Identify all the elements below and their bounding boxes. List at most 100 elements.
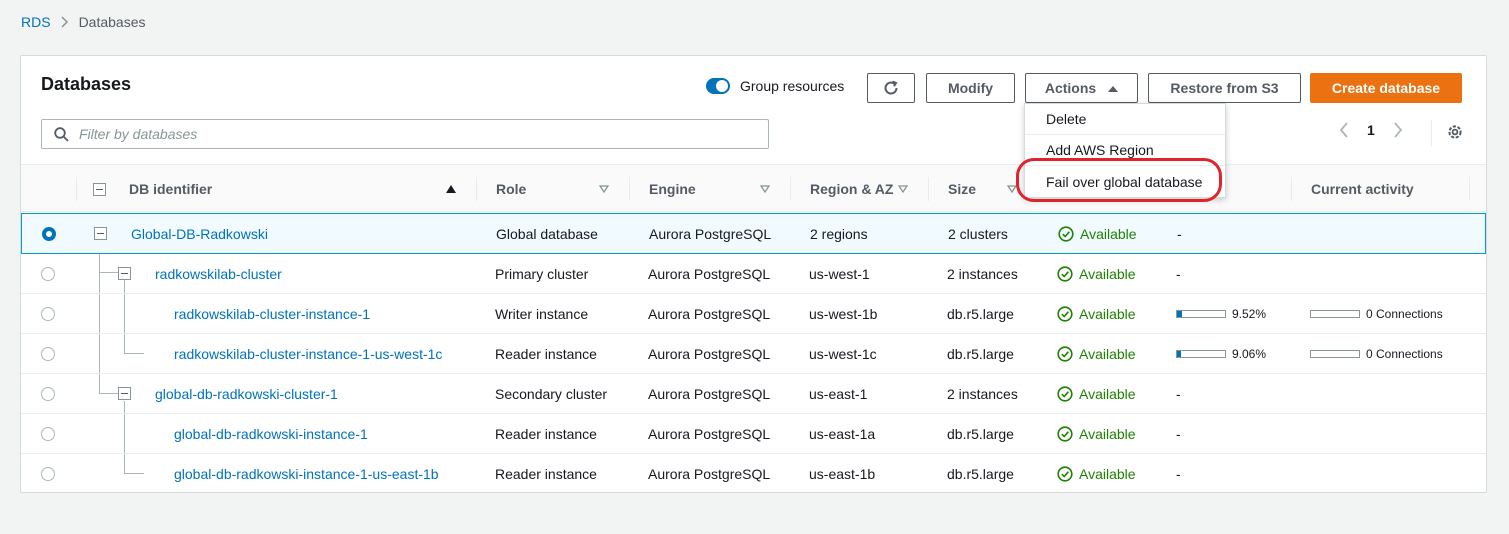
status-cell: Available: [1057, 414, 1136, 454]
sort-icon[interactable]: [1007, 185, 1017, 193]
table-row[interactable]: global-db-radkowski-cluster-1 Secondary …: [21, 374, 1486, 414]
table-header: DB identifier Role Engine Region & AZ Si…: [21, 164, 1486, 212]
row-radio[interactable]: [41, 467, 55, 481]
row-radio[interactable]: [41, 387, 55, 401]
create-database-button[interactable]: Create database: [1310, 73, 1462, 103]
cpu-value: 9.52%: [1232, 307, 1267, 321]
sort-icon[interactable]: [898, 185, 908, 193]
cpu-meter: 9.52%: [1176, 294, 1266, 334]
cpu-meter: 9.06%: [1176, 334, 1266, 374]
filter-input[interactable]: [79, 126, 729, 142]
size-cell: db.r5.large: [947, 346, 1014, 362]
table-row[interactable]: radkowskilab-cluster Primary cluster Aur…: [21, 254, 1486, 294]
db-identifier-link[interactable]: global-db-radkowski-instance-1: [174, 414, 368, 454]
sort-icon[interactable]: [760, 185, 770, 193]
row-radio[interactable]: [42, 227, 56, 241]
engine-cell: Aurora PostgreSQL: [648, 266, 771, 282]
region-cell: us-west-1b: [809, 306, 878, 322]
size-cell: 2 instances: [947, 266, 1018, 282]
row-radio[interactable]: [41, 427, 55, 441]
cpu-bar: [1176, 310, 1226, 318]
role-cell: Writer instance: [495, 306, 589, 322]
select-all-toggle[interactable]: [93, 183, 106, 196]
connections-bar: [1310, 350, 1360, 358]
check-circle-icon: [1057, 346, 1073, 362]
table-row[interactable]: radkowskilab-cluster-instance-1 Writer i…: [21, 294, 1486, 334]
caret-up-icon: [1108, 85, 1119, 92]
column-db-identifier[interactable]: DB identifier: [129, 165, 212, 213]
region-cell: 2 regions: [810, 226, 868, 242]
group-resources-toggle[interactable]: [706, 78, 730, 94]
breadcrumb-rds-link[interactable]: RDS: [21, 14, 51, 30]
activity-meter: 0 Connections: [1310, 334, 1443, 374]
cpu-cell: -: [1176, 466, 1181, 482]
column-role[interactable]: Role: [496, 165, 526, 213]
size-cell: db.r5.large: [947, 306, 1014, 322]
modify-button[interactable]: Modify: [926, 73, 1015, 103]
role-cell: Reader instance: [495, 346, 597, 362]
gear-icon[interactable]: [1446, 123, 1464, 141]
refresh-button[interactable]: [867, 73, 915, 103]
collapse-toggle[interactable]: [118, 267, 131, 280]
table-row[interactable]: global-db-radkowski-instance-1 Reader in…: [21, 414, 1486, 454]
engine-cell: Aurora PostgreSQL: [648, 466, 771, 482]
check-circle-icon: [1057, 306, 1073, 322]
column-divider: [76, 177, 77, 201]
menu-item-add-aws-region[interactable]: Add AWS Region: [1025, 135, 1225, 166]
cpu-value: 9.06%: [1232, 347, 1267, 361]
refresh-icon: [882, 79, 900, 97]
pager-divider: [1431, 120, 1432, 146]
collapse-toggle[interactable]: [94, 227, 107, 240]
check-circle-icon: [1057, 466, 1073, 482]
db-identifier-link[interactable]: global-db-radkowski-instance-1-us-east-1…: [174, 454, 439, 494]
status-text: Available: [1080, 226, 1137, 242]
table-row[interactable]: Global-DB-Radkowski Global database Auro…: [21, 213, 1486, 254]
row-radio[interactable]: [41, 307, 55, 321]
status-cell: Available: [1057, 334, 1136, 374]
db-identifier-link[interactable]: radkowskilab-cluster-instance-1-us-west-…: [174, 334, 442, 374]
cpu-cell: -: [1176, 386, 1181, 402]
column-current-activity[interactable]: Current activity: [1311, 165, 1414, 213]
table-row[interactable]: radkowskilab-cluster-instance-1-us-west-…: [21, 334, 1486, 374]
connections-bar: [1310, 310, 1360, 318]
db-identifier-link[interactable]: radkowskilab-cluster-instance-1: [174, 294, 370, 334]
db-identifier-link[interactable]: radkowskilab-cluster: [155, 254, 282, 294]
chevron-right-icon: [61, 16, 69, 28]
db-identifier-link[interactable]: global-db-radkowski-cluster-1: [155, 374, 338, 414]
region-cell: us-east-1a: [809, 426, 876, 442]
prev-page-button[interactable]: [1339, 122, 1349, 138]
status-cell: Available: [1057, 294, 1136, 334]
breadcrumb: RDS Databases: [21, 14, 146, 30]
sort-ascending-icon[interactable]: [446, 184, 456, 193]
activity-value: 0 Connections: [1366, 307, 1443, 321]
status-cell: Available: [1057, 454, 1136, 494]
status-text: Available: [1079, 346, 1136, 362]
menu-item-delete[interactable]: Delete: [1025, 104, 1225, 135]
column-size[interactable]: Size: [948, 165, 976, 213]
status-cell: Available: [1057, 254, 1136, 294]
check-circle-icon: [1057, 426, 1073, 442]
sort-icon[interactable]: [599, 185, 609, 193]
check-circle-icon: [1057, 386, 1073, 402]
column-divider: [629, 177, 630, 201]
status-cell: Available: [1058, 214, 1137, 254]
column-engine[interactable]: Engine: [649, 165, 696, 213]
current-page[interactable]: 1: [1367, 122, 1375, 138]
menu-item-fail-over-global-database[interactable]: Fail over global database: [1025, 166, 1225, 197]
row-radio[interactable]: [41, 267, 55, 281]
collapse-toggle[interactable]: [118, 387, 131, 400]
table-row[interactable]: global-db-radkowski-instance-1-us-east-1…: [21, 454, 1486, 494]
activity-meter: 0 Connections: [1310, 294, 1443, 334]
column-divider: [1291, 177, 1292, 201]
row-radio[interactable]: [41, 347, 55, 361]
restore-from-s3-button[interactable]: Restore from S3: [1148, 73, 1301, 103]
actions-button[interactable]: Actions: [1025, 73, 1138, 103]
column-divider: [1469, 177, 1470, 201]
cpu-bar-fill: [1177, 351, 1182, 357]
cpu-bar: [1176, 350, 1226, 358]
next-page-button[interactable]: [1393, 122, 1403, 138]
status-text: Available: [1079, 386, 1136, 402]
column-region[interactable]: Region & AZ: [810, 165, 893, 213]
db-identifier-link[interactable]: Global-DB-Radkowski: [131, 214, 268, 254]
status-text: Available: [1079, 266, 1136, 282]
